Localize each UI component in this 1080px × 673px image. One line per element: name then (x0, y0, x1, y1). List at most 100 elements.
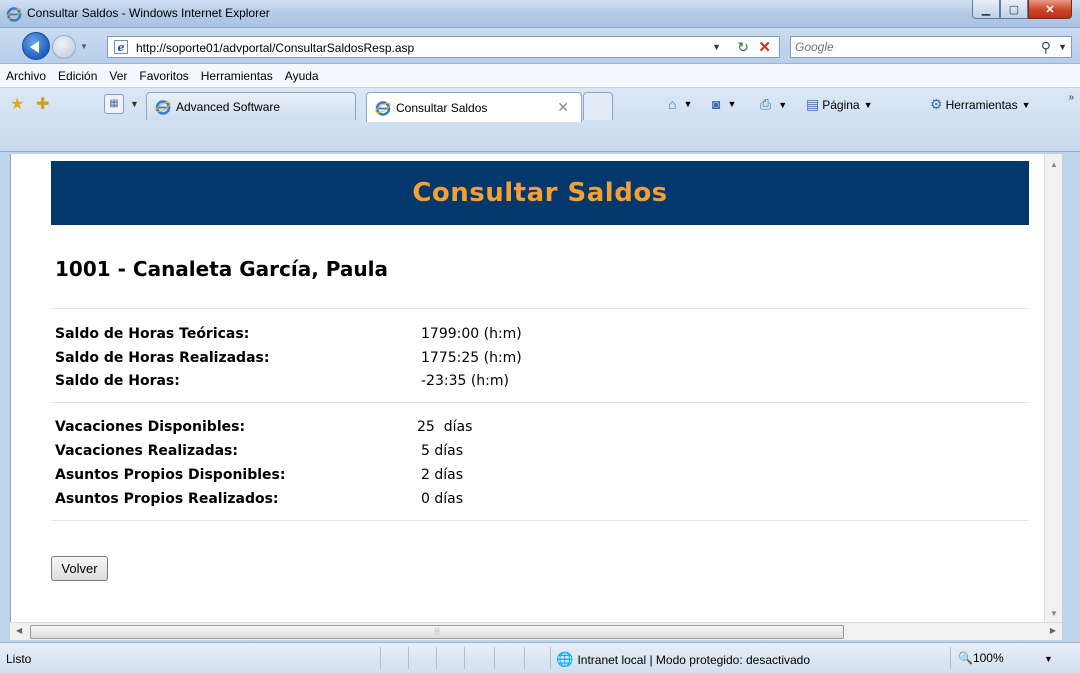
days-value: 2 días (421, 467, 464, 483)
menu-bar: Archivo Edición Ver Favoritos Herramient… (0, 64, 1080, 88)
security-zone[interactable]: 🌐 Intranet local | Modo protegido: desac… (556, 651, 810, 668)
window-title: Consultar Saldos - Windows Internet Expl… (27, 6, 270, 20)
days-label: Asuntos Propios Realizados: (55, 491, 279, 507)
refresh-icon[interactable]: ↻ (737, 39, 749, 56)
status-separator (494, 647, 495, 669)
search-options-icon[interactable]: ▼ (1058, 42, 1067, 52)
hours-value: 1799:00 (h:m) (421, 326, 522, 342)
maximize-icon: ▢ (1008, 3, 1020, 16)
status-separator (524, 647, 525, 669)
recent-pages-dropdown-icon[interactable]: ▼ (80, 42, 88, 51)
minimize-button[interactable]: ▁ (972, 0, 1000, 19)
url-text[interactable]: http://soporte01/advportal/ConsultarSald… (136, 41, 414, 55)
print-button[interactable]: ⎙ ▼ (760, 96, 787, 113)
hours-label: Saldo de Horas Teóricas: (55, 326, 250, 342)
status-separator (380, 647, 381, 669)
close-window-button[interactable]: ✕ (1028, 0, 1072, 19)
tab-label: Consultar Saldos (396, 100, 488, 115)
security-zone-text: Intranet local | Modo protegido: desacti… (577, 652, 811, 667)
zoom-icon: 🔍 (958, 651, 973, 665)
command-bar: ★ ✚ ▦ ▼ Advanced Software Consultar Sald… (0, 88, 1080, 152)
close-tab-icon[interactable]: ✕ (557, 99, 569, 116)
page-title: Consultar Saldos (412, 178, 668, 208)
menu-favoritos[interactable]: Favoritos (139, 69, 188, 83)
url-field[interactable]: e http://soporte01/advportal/ConsultarSa… (107, 36, 780, 58)
add-favorites-icon[interactable]: ✚ (36, 94, 49, 114)
overflow-chevron-icon[interactable]: » (1068, 92, 1074, 103)
ie-tab-icon (155, 99, 171, 115)
horizontal-scrollbar[interactable]: ◀ ⦙⦙⦙ ▶ (10, 622, 1062, 640)
scroll-left-icon[interactable]: ◀ (16, 626, 22, 635)
scrollbar-thumb[interactable]: ⦙⦙⦙ (30, 625, 844, 639)
divider (51, 402, 1029, 403)
tools-menu-label: Herramientas (945, 97, 1018, 112)
scroll-down-icon[interactable]: ▼ (1050, 609, 1058, 618)
window-controls: ▁ ▢ ✕ (972, 0, 1072, 20)
back-button[interactable] (22, 32, 50, 60)
page-viewport: Consultar Saldos 1001 - Canaleta García,… (10, 154, 1062, 622)
scroll-right-icon[interactable]: ▶ (1050, 626, 1056, 635)
search-box[interactable]: ⚲ ▼ (790, 36, 1072, 58)
back-button-volver[interactable]: Volver (51, 556, 108, 581)
page-banner: Consultar Saldos (51, 161, 1029, 225)
chevron-down-icon: ▼ (778, 99, 788, 110)
tab-advanced-software[interactable]: Advanced Software (146, 92, 356, 120)
menu-edicion[interactable]: Edición (58, 69, 97, 83)
chevron-down-icon: ▼ (727, 99, 737, 109)
close-icon: ✕ (1045, 3, 1055, 16)
days-value: 5 días (421, 443, 464, 459)
favorites-star-icon[interactable]: ★ (10, 94, 24, 114)
gear-icon: ⚙ (930, 96, 943, 112)
status-separator (950, 647, 951, 669)
status-text: Listo (6, 652, 32, 666)
home-button[interactable]: ⌂ ▼ (668, 96, 692, 112)
maximize-button[interactable]: ▢ (1000, 0, 1028, 19)
rss-icon: ◙ (712, 96, 721, 112)
status-separator (436, 647, 437, 669)
feeds-button[interactable]: ◙ ▼ (712, 96, 736, 112)
scroll-up-icon[interactable]: ▲ (1050, 160, 1058, 169)
search-input[interactable] (795, 39, 1015, 55)
ie-logo-icon (6, 7, 22, 22)
ie-tab-icon (375, 100, 391, 116)
page-menu-button[interactable]: ▤ Página ▼ (806, 96, 873, 113)
hours-label: Saldo de Horas: (55, 373, 180, 389)
minimize-icon: ▁ (981, 3, 991, 16)
hours-value: -23:35 (h:m) (421, 373, 509, 389)
tools-menu-button[interactable]: ⚙ Herramientas ▼ (930, 96, 1031, 113)
search-icon[interactable]: ⚲ (1041, 39, 1051, 56)
status-separator (464, 647, 465, 669)
page-menu-label: Página (822, 97, 860, 112)
print-icon: ⎙ (760, 96, 772, 112)
chevron-down-icon: ▼ (683, 99, 693, 109)
stop-icon[interactable]: ✕ (758, 38, 771, 56)
days-value: 25 días (417, 419, 473, 435)
tab-consultar-saldos[interactable]: Consultar Saldos ✕ (366, 92, 582, 122)
hours-label: Saldo de Horas Realizadas: (55, 350, 270, 366)
employee-name: 1001 - Canaleta García, Paula (55, 257, 388, 281)
tab-list-dropdown-icon[interactable]: ▼ (130, 99, 139, 109)
status-separator (408, 647, 409, 669)
zoom-value: 100% (972, 651, 1004, 665)
vertical-scrollbar[interactable]: ▲ ▼ (1044, 154, 1062, 622)
days-value: 0 días (421, 491, 464, 507)
page-icon: ▤ (806, 96, 820, 112)
url-dropdown-icon[interactable]: ▼ (712, 42, 721, 52)
menu-archivo[interactable]: Archivo (6, 69, 46, 83)
menu-ver[interactable]: Ver (109, 69, 127, 83)
chevron-down-icon: ▼ (1021, 99, 1031, 110)
days-label: Vacaciones Realizadas: (55, 443, 238, 459)
chevron-down-icon: ▼ (863, 99, 873, 110)
days-label: Vacaciones Disponibles: (55, 419, 246, 435)
quick-tabs-icon[interactable]: ▦ (104, 94, 124, 114)
title-bar: Consultar Saldos - Windows Internet Expl… (0, 0, 1080, 28)
zoom-level[interactable]: 🔍100% (958, 651, 1004, 665)
zoom-dropdown-icon[interactable]: ▼ (1044, 654, 1053, 664)
forward-button[interactable] (52, 35, 76, 59)
menu-herramientas[interactable]: Herramientas (201, 69, 273, 83)
new-tab-button[interactable] (583, 92, 613, 120)
globe-icon: 🌐 (556, 651, 574, 667)
divider (51, 308, 1029, 309)
menu-ayuda[interactable]: Ayuda (285, 69, 319, 83)
home-icon: ⌂ (668, 96, 677, 112)
